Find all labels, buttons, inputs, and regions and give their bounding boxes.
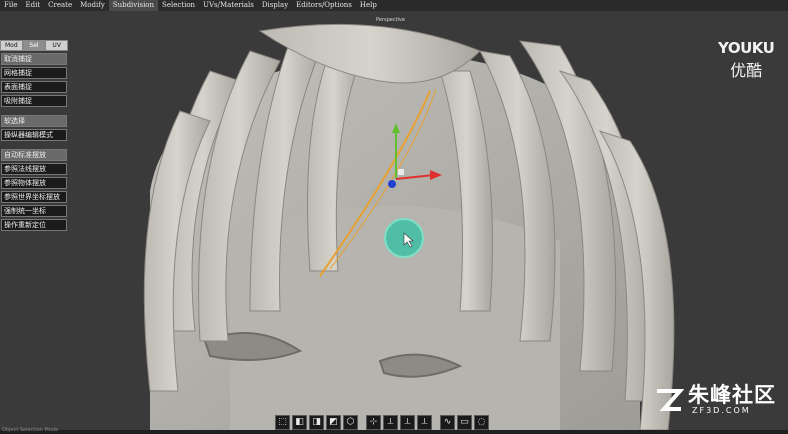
youku-logo-text: YOUKU: [718, 39, 775, 57]
tab-uv[interactable]: UV: [45, 40, 69, 51]
viewport-label: Perspective: [376, 17, 405, 23]
shaded-hexagon-icon[interactable]: ⬡: [343, 415, 358, 430]
zf3d-watermark: 朱峰社区 ZF3D.COM: [654, 384, 776, 415]
group1-button-3[interactable]: 吸附捕捉: [1, 95, 67, 107]
side-cube-icon[interactable]: ◨: [309, 415, 324, 430]
snap-group: 取消捕捉网格捕捉表面捕捉吸附捕捉: [0, 53, 68, 107]
perspective-cube-icon[interactable]: ⬚: [275, 415, 290, 430]
group2-button-0[interactable]: 软选择: [1, 115, 67, 127]
tool-panel: Mod Sel UV 取消捕捉网格捕捉表面捕捉吸附捕捉 软选择操纵器编辑模式 自动标…: [0, 40, 69, 233]
front-cube-icon[interactable]: ◧: [292, 415, 307, 430]
head-model: [143, 23, 675, 430]
group3-button-1[interactable]: 参照法线摆放: [1, 163, 67, 175]
lasso-select-icon[interactable]: ◌: [474, 415, 489, 430]
menu-editors-options[interactable]: Editors/Options: [292, 0, 356, 11]
menu-display[interactable]: Display: [258, 0, 292, 11]
axis-xyz-icon[interactable]: ⊹: [366, 415, 381, 430]
menu-help[interactable]: Help: [356, 0, 381, 11]
youku-watermark: YOUKU 优酷: [718, 39, 775, 81]
status-bar: Object Selection Mode: [0, 427, 788, 434]
group3-button-5[interactable]: 操作重新定位: [1, 219, 67, 231]
menu-bar: File Edit Create Modify Subdivision Selection…: [0, 0, 788, 11]
menu-create[interactable]: Create: [44, 0, 76, 11]
group3-button-3[interactable]: 参照世界坐标摆放: [1, 191, 67, 203]
group2-button-1[interactable]: 操纵器编辑模式: [1, 129, 67, 141]
3d-viewport[interactable]: Perspective YOUKU 优酷 朱峰社区 ZF3D.COM Mod Se…: [0, 11, 788, 430]
youku-logo-cn: 优酷: [730, 61, 763, 80]
zf-logo-cn: 朱峰社区: [688, 383, 776, 407]
panel-tabs: Mod Sel UV: [0, 40, 69, 51]
bottom-toolbar: ⬚ ◧ ◨ ◩ ⬡ ⊹ ⟂ ⟂ ⟂ ∿ ▭ ◌: [275, 415, 489, 430]
axis-xy-icon[interactable]: ⟂: [383, 415, 398, 430]
menu-modify[interactable]: Modify: [76, 0, 109, 11]
group3-button-4[interactable]: 强制统一坐标: [1, 205, 67, 217]
group3-button-2[interactable]: 参照物体摆放: [1, 177, 67, 189]
group1-button-2[interactable]: 表面捕捉: [1, 81, 67, 93]
group1-button-1[interactable]: 网格捕捉: [1, 67, 67, 79]
group3-button-0[interactable]: 自动标准摆放: [1, 149, 67, 161]
curve-select-icon[interactable]: ∿: [440, 415, 455, 430]
selection-group: 软选择操纵器编辑模式: [0, 115, 68, 141]
group1-button-0[interactable]: 取消捕捉: [1, 53, 67, 65]
menu-subdivision[interactable]: Subdivision: [108, 0, 159, 11]
menu-file[interactable]: File: [0, 0, 21, 11]
zf-logo-icon: [657, 388, 684, 411]
axis-yz-icon[interactable]: ⟂: [400, 415, 415, 430]
status-text: Object Selection Mode: [2, 427, 59, 433]
menu-uvs-materials[interactable]: UVs/Materials: [199, 0, 258, 11]
tab-sel[interactable]: Sel: [22, 40, 46, 51]
placement-group: 自动标准摆放 参照法线摆放 参照物体摆放 参照世界坐标摆放 强制统一坐标 操作重新定位: [0, 149, 68, 231]
menu-edit[interactable]: Edit: [21, 0, 44, 11]
top-cube-icon[interactable]: ◩: [326, 415, 341, 430]
zf-logo-en: ZF3D.COM: [692, 406, 751, 415]
box-select-icon[interactable]: ▭: [457, 415, 472, 430]
menu-selection[interactable]: Selection: [158, 0, 199, 11]
axis-xz-icon[interactable]: ⟂: [417, 415, 432, 430]
tab-mod[interactable]: Mod: [0, 40, 23, 51]
